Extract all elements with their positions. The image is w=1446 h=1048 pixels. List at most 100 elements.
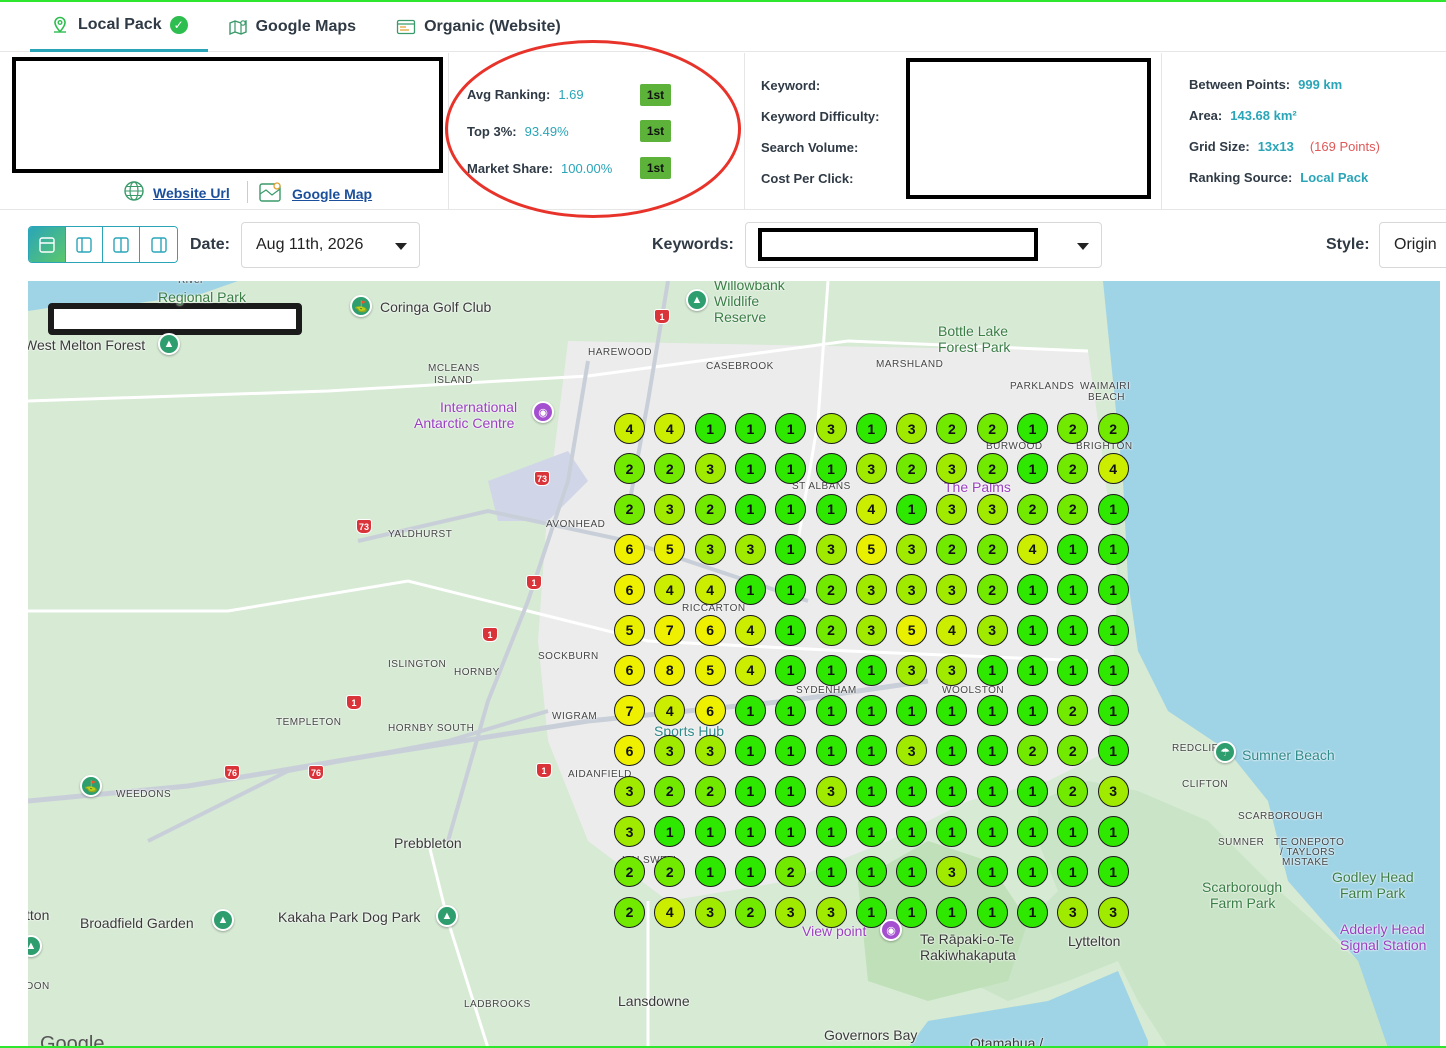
rank-grid-point[interactable]: 1 xyxy=(855,775,887,807)
rank-grid-point[interactable]: 3 xyxy=(936,654,968,686)
keywords-select[interactable] xyxy=(745,222,1102,268)
rank-grid-point[interactable]: 1 xyxy=(896,493,928,525)
rank-grid-point[interactable]: 2 xyxy=(976,574,1008,606)
rank-grid-point[interactable]: 1 xyxy=(1097,856,1129,888)
rank-grid-point[interactable]: 1 xyxy=(815,735,847,767)
rank-grid-point[interactable]: 1 xyxy=(896,816,928,847)
rank-grid-point[interactable]: 4 xyxy=(1097,453,1129,485)
rank-grid-point[interactable]: 1 xyxy=(734,775,766,807)
rank-grid-point[interactable]: 1 xyxy=(976,856,1008,888)
rank-grid-point[interactable]: 1 xyxy=(896,695,928,727)
rank-grid-point[interactable]: 1 xyxy=(1017,654,1048,686)
rank-grid-point[interactable]: 6 xyxy=(694,695,726,727)
rank-grid-point[interactable]: 1 xyxy=(694,856,726,888)
rank-grid-point[interactable]: 6 xyxy=(694,614,726,646)
website-url-link[interactable]: Website Url xyxy=(123,180,230,205)
rank-grid-point[interactable]: 2 xyxy=(614,493,645,525)
rank-grid-point[interactable]: 2 xyxy=(976,413,1008,444)
rank-grid-point[interactable]: 1 xyxy=(896,775,928,807)
rank-grid-point[interactable]: 1 xyxy=(855,735,887,767)
rank-grid-point[interactable]: 7 xyxy=(654,614,686,646)
rank-grid-point[interactable]: 1 xyxy=(936,896,968,928)
rank-grid-point[interactable]: 1 xyxy=(976,695,1008,727)
rank-grid-point[interactable]: 1 xyxy=(855,695,887,727)
rank-grid-point[interactable]: 6 xyxy=(614,533,645,565)
rank-grid-point[interactable]: 1 xyxy=(976,735,1008,767)
rank-grid-point[interactable]: 1 xyxy=(775,614,807,646)
rank-grid-point[interactable]: 3 xyxy=(694,453,726,485)
rank-grid-point[interactable]: 1 xyxy=(976,896,1008,928)
tree-icon[interactable]: ▲ xyxy=(212,909,234,931)
rank-grid-point[interactable]: 3 xyxy=(775,896,807,928)
rank-grid-point[interactable]: 6 xyxy=(614,574,645,606)
rank-grid-point[interactable]: 1 xyxy=(734,856,766,888)
rank-grid-point[interactable]: 2 xyxy=(694,775,726,807)
rank-grid-point[interactable]: 4 xyxy=(734,614,766,646)
rank-grid-point[interactable]: 1 xyxy=(1017,614,1048,646)
rank-grid-point[interactable]: 3 xyxy=(654,493,686,525)
rank-grid-point[interactable]: 1 xyxy=(896,896,928,928)
rank-grid-point[interactable]: 1 xyxy=(976,816,1008,847)
rank-grid-point[interactable]: 1 xyxy=(1057,614,1089,646)
view-split-button[interactable] xyxy=(103,227,140,262)
tree-icon[interactable]: ▲ xyxy=(686,289,708,311)
golf-icon[interactable]: ⛳ xyxy=(80,775,102,797)
rank-grid-point[interactable]: 1 xyxy=(775,654,807,686)
tree-icon[interactable]: ▲ xyxy=(436,905,458,927)
rank-grid-point[interactable]: 3 xyxy=(614,816,645,847)
rank-grid-point[interactable]: 1 xyxy=(775,493,807,525)
rank-grid-point[interactable]: 2 xyxy=(694,493,726,525)
rank-grid-point[interactable]: 1 xyxy=(1097,574,1129,606)
rank-grid-point[interactable]: 3 xyxy=(815,533,847,565)
rank-grid-point[interactable]: 1 xyxy=(1097,735,1129,767)
rank-grid-point[interactable]: 1 xyxy=(775,775,807,807)
rank-grid-map[interactable]: Google River Regional Park Coringa Golf Cl… xyxy=(28,281,1440,1048)
beach-icon[interactable]: ☂ xyxy=(1214,741,1236,763)
style-select[interactable]: Origin xyxy=(1379,222,1446,268)
rank-grid-point[interactable]: 1 xyxy=(815,695,847,727)
rank-grid-point[interactable]: 5 xyxy=(896,614,928,646)
rank-grid-point[interactable]: 1 xyxy=(775,533,807,565)
rank-grid-point[interactable]: 1 xyxy=(1017,775,1048,807)
view-right-panel-button[interactable] xyxy=(140,227,177,262)
rank-grid-point[interactable]: 1 xyxy=(936,775,968,807)
rank-grid-point[interactable]: 5 xyxy=(654,533,686,565)
rank-grid-point[interactable]: 1 xyxy=(815,856,847,888)
rank-grid-point[interactable]: 1 xyxy=(855,654,887,686)
rank-grid-point[interactable]: 1 xyxy=(1097,533,1129,565)
rank-grid-point[interactable]: 1 xyxy=(815,453,847,485)
rank-grid-point[interactable]: 1 xyxy=(1057,654,1089,686)
rank-grid-point[interactable]: 3 xyxy=(694,896,726,928)
tab-organic-website[interactable]: Organic (Website) xyxy=(376,2,581,52)
rank-grid-point[interactable]: 5 xyxy=(614,614,645,646)
rank-grid-point[interactable]: 3 xyxy=(1057,896,1089,928)
rank-grid-point[interactable]: 1 xyxy=(855,896,887,928)
golf-icon[interactable]: ⛳ xyxy=(350,295,372,317)
date-select[interactable]: Aug 11th, 2026 xyxy=(241,222,420,268)
rank-grid-point[interactable]: 3 xyxy=(1097,775,1129,807)
rank-grid-point[interactable]: 4 xyxy=(1017,533,1048,565)
view-left-panel-button[interactable] xyxy=(66,227,103,262)
rank-grid-point[interactable]: 4 xyxy=(855,493,887,525)
rank-grid-point[interactable]: 1 xyxy=(1017,816,1048,847)
rank-grid-point[interactable]: 4 xyxy=(936,614,968,646)
rank-grid-point[interactable]: 2 xyxy=(976,533,1008,565)
rank-grid-point[interactable]: 4 xyxy=(614,413,645,444)
rank-grid-point[interactable]: 1 xyxy=(734,816,766,847)
rank-grid-point[interactable]: 4 xyxy=(734,654,766,686)
rank-grid-point[interactable]: 3 xyxy=(815,775,847,807)
rank-grid-point[interactable]: 1 xyxy=(815,654,847,686)
rank-grid-point[interactable]: 3 xyxy=(936,493,968,525)
rank-grid-point[interactable]: 1 xyxy=(976,654,1008,686)
rank-grid-point[interactable]: 3 xyxy=(815,413,847,444)
rank-grid-point[interactable]: 6 xyxy=(614,654,645,686)
rank-grid-point[interactable]: 3 xyxy=(896,654,928,686)
rank-grid-point[interactable]: 1 xyxy=(1097,816,1129,847)
rank-grid-point[interactable]: 3 xyxy=(855,614,887,646)
rank-grid-point[interactable]: 5 xyxy=(855,533,887,565)
rank-grid-point[interactable]: 4 xyxy=(654,896,686,928)
tree-icon[interactable]: ▲ xyxy=(158,333,180,355)
rank-grid-point[interactable]: 1 xyxy=(734,453,766,485)
tab-google-maps[interactable]: Google Maps xyxy=(208,2,376,52)
rank-grid-point[interactable]: 1 xyxy=(1017,695,1048,727)
